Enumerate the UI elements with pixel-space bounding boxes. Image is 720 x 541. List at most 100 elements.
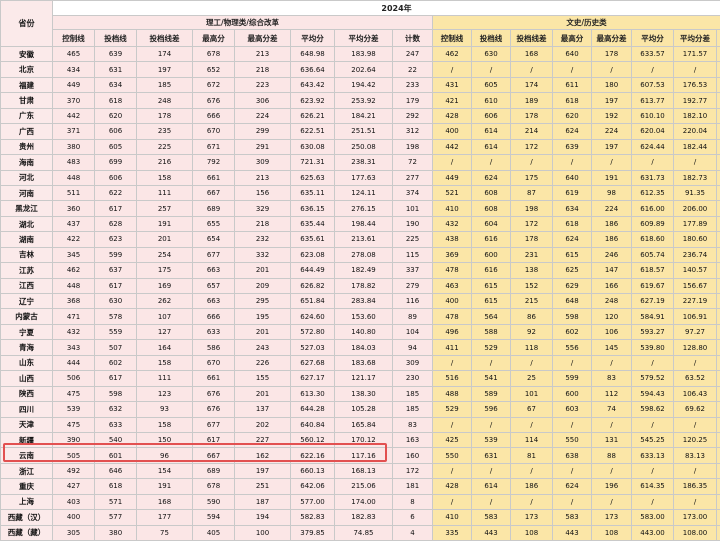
province-cell: 宁夏 xyxy=(1,324,53,339)
province-cell: 河南 xyxy=(1,185,53,200)
table-row: 西藏（汉）400577177594194582.83182.8364105831… xyxy=(1,510,720,525)
liberal-arts-value-cell: 618.57 xyxy=(632,263,674,278)
science-value-cell: 368 xyxy=(53,294,95,309)
liberal-arts-value-cell: / xyxy=(472,155,511,170)
province-cell: 青海 xyxy=(1,340,53,355)
liberal-arts-value-cell: 598 xyxy=(553,309,592,324)
science-value-cell: 374 xyxy=(393,185,433,200)
liberal-arts-value-cell: / xyxy=(472,417,511,432)
province-header: 省份 xyxy=(1,1,53,47)
science-value-cell: 181 xyxy=(393,479,433,494)
liberal-arts-value-cell: 625 xyxy=(553,263,592,278)
liberal-arts-value-cell: 605.74 xyxy=(632,247,674,262)
liberal-arts-value-cell: 29 xyxy=(717,371,720,386)
science-value-cell: 636.64 xyxy=(291,62,335,77)
liberal-arts-value-cell: 23 xyxy=(717,185,720,200)
science-value-cell: 238.31 xyxy=(335,155,393,170)
province-cell: 河北 xyxy=(1,170,53,185)
liberal-arts-value-cell: 180 xyxy=(592,77,632,92)
liberal-arts-value-cell: 69.62 xyxy=(674,402,717,417)
science-value-cell: 652 xyxy=(193,62,235,77)
science-value-cell: 332 xyxy=(235,247,291,262)
liberal-arts-value-cell: 178 xyxy=(511,108,553,123)
science-value-cell: 198.44 xyxy=(335,216,393,231)
liberal-arts-value-cell: / xyxy=(632,62,674,77)
liberal-arts-value-cell: 620.04 xyxy=(632,124,674,139)
science-value-cell: 639 xyxy=(95,47,137,62)
liberal-arts-value-cell: 224 xyxy=(592,124,632,139)
liberal-arts-value-cell: 10 xyxy=(717,340,720,355)
liberal-arts-value-cell: 74 xyxy=(592,402,632,417)
science-value-cell: 622.16 xyxy=(291,448,335,463)
science-value-cell: 655 xyxy=(193,216,235,231)
liberal-arts-value-cell: 550 xyxy=(553,432,592,447)
liberal-arts-value-cell: 614 xyxy=(472,479,511,494)
science-value-cell: 278.08 xyxy=(335,247,393,262)
table-row: 安徽465639174678213648.98183.9824746263016… xyxy=(1,47,720,62)
liberal-arts-value-cell: 23 xyxy=(717,263,720,278)
liberal-arts-value-cell: / xyxy=(674,62,717,77)
liberal-arts-value-cell: 197 xyxy=(592,93,632,108)
liberal-arts-value-cell: 633.13 xyxy=(632,448,674,463)
liberal-arts-value-cell: 611 xyxy=(553,77,592,92)
science-value-cell: 230 xyxy=(393,371,433,386)
science-value-cell: 699 xyxy=(95,155,137,170)
liberal-arts-value-cell: / xyxy=(592,494,632,509)
science-value-cell: 177.63 xyxy=(335,170,393,185)
liberal-arts-value-cell: 35 xyxy=(717,232,720,247)
science-value-cell: 594 xyxy=(193,510,235,525)
table-row: 辽宁368630262663295651.84283.8411640061521… xyxy=(1,294,720,309)
liberal-arts-value-cell: 631 xyxy=(472,448,511,463)
science-value-cell: 632 xyxy=(95,402,137,417)
science-value-cell: 721.31 xyxy=(291,155,335,170)
liberal-arts-value-cell: 176.53 xyxy=(674,77,717,92)
science-value-cell: 666 xyxy=(193,108,235,123)
liberal-arts-value-cell: 335 xyxy=(433,525,472,540)
liberal-arts-value-cell: 613.77 xyxy=(632,93,674,108)
liberal-arts-value-cell: 23 xyxy=(717,47,720,62)
table-row: 青海343507164586243527.03184.0394411529118… xyxy=(1,340,720,355)
liberal-arts-value-cell: / xyxy=(472,62,511,77)
liberal-arts-value-cell: 30 xyxy=(717,170,720,185)
province-cell: 辽宁 xyxy=(1,294,53,309)
column-header-liberal-arts: 最高分差 xyxy=(592,30,632,47)
liberal-arts-value-cell: 92 xyxy=(511,324,553,339)
science-value-cell: 623.92 xyxy=(291,93,335,108)
liberal-arts-value-cell: 172 xyxy=(511,216,553,231)
liberal-arts-value-cell: 593.27 xyxy=(632,324,674,339)
science-value-cell: 251.51 xyxy=(335,124,393,139)
table-row: 云南50560196667162622.16117.16160550631816… xyxy=(1,448,720,463)
table-row: 河北448606158661213625.63177.6327744962417… xyxy=(1,170,720,185)
liberal-arts-value-cell: 63.52 xyxy=(674,371,717,386)
science-value-cell: 251 xyxy=(235,479,291,494)
science-value-cell: 617 xyxy=(193,432,235,447)
liberal-arts-value-cell: / xyxy=(553,463,592,478)
science-value-cell: 163 xyxy=(393,432,433,447)
science-value-cell: 672 xyxy=(193,77,235,92)
province-cell: 湖南 xyxy=(1,232,53,247)
science-value-cell: 8 xyxy=(393,494,433,509)
science-value-cell: 601 xyxy=(95,448,137,463)
science-value-cell: 6 xyxy=(393,510,433,525)
province-cell: 甘肃 xyxy=(1,93,53,108)
science-value-cell: 179 xyxy=(393,93,433,108)
liberal-arts-value-cell: 616 xyxy=(472,232,511,247)
liberal-arts-value-cell: 91.35 xyxy=(674,185,717,200)
science-value-cell: 677 xyxy=(193,247,235,262)
science-value-cell: 380 xyxy=(95,525,137,540)
liberal-arts-value-cell: / xyxy=(632,417,674,432)
science-value-cell: 475 xyxy=(53,417,95,432)
liberal-arts-value-cell: 86 xyxy=(511,309,553,324)
liberal-arts-value-cell: 428 xyxy=(433,479,472,494)
liberal-arts-value-cell: 138 xyxy=(511,263,553,278)
science-value-cell: 105.28 xyxy=(335,402,393,417)
liberal-arts-value-cell: 182.44 xyxy=(674,139,717,154)
science-value-cell: 661 xyxy=(193,170,235,185)
table-row: 山西506617111661155627.17121.1723051654125… xyxy=(1,371,720,386)
liberal-arts-value-cell: 12 xyxy=(717,432,720,447)
science-value-cell: 197 xyxy=(235,463,291,478)
liberal-arts-value-cell: 410 xyxy=(433,510,472,525)
liberal-arts-value-cell: 618 xyxy=(553,216,592,231)
science-value-cell: 185 xyxy=(393,402,433,417)
science-value-cell: 158 xyxy=(137,417,193,432)
